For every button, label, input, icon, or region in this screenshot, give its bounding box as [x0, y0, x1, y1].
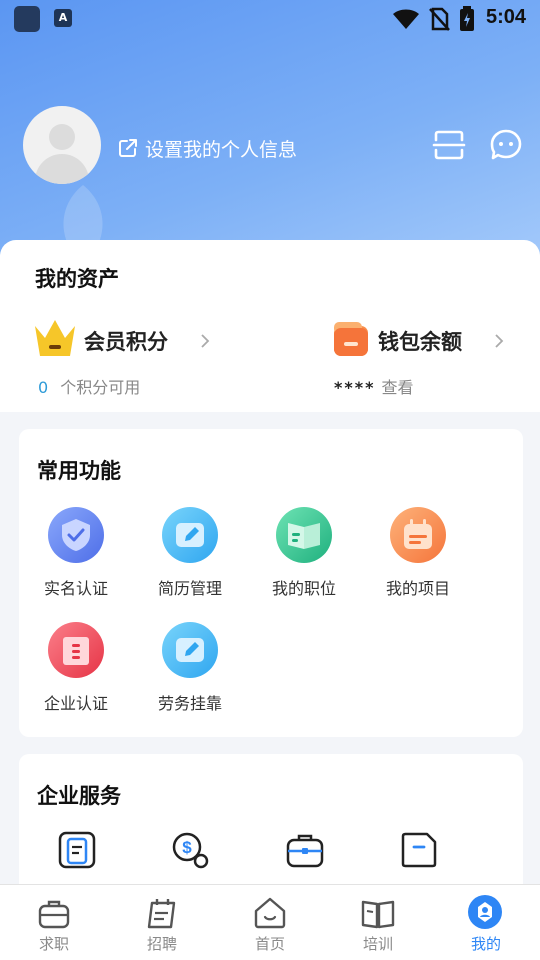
tab-job-seeking[interactable]: 求职 [0, 885, 108, 960]
svg-text:$: $ [182, 838, 192, 857]
no-sim-icon [429, 7, 450, 31]
tab-home[interactable]: 首页 [216, 885, 324, 960]
my-projects-button[interactable]: 我的项目 [368, 507, 468, 599]
resume-manage-label: 简历管理 [157, 579, 222, 598]
wallet-balance-label[interactable]: 钱包余额 [378, 326, 462, 356]
tab-me[interactable]: 我的 [432, 885, 540, 960]
real-name-verify-label: 实名认证 [43, 579, 108, 598]
resume-edit-icon [162, 507, 218, 563]
app-notification-icon [14, 6, 40, 32]
tab-label: 首页 [254, 935, 285, 953]
me-icon [468, 895, 502, 929]
wifi-icon [393, 9, 419, 29]
battery-charging-icon [460, 6, 474, 31]
masked-balance: **** [334, 378, 376, 397]
my-positions-button[interactable]: 我的职位 [254, 507, 354, 599]
my-positions-label: 我的职位 [271, 579, 336, 598]
crown-icon [35, 320, 75, 356]
company-verify-label: 企业认证 [43, 694, 108, 713]
recruit-calendar-icon [147, 899, 176, 929]
document-icon[interactable] [57, 830, 97, 870]
enterprise-services-card: 企业服务 $ [19, 754, 523, 894]
tab-label: 我的 [470, 935, 501, 953]
company-verify-button[interactable]: 企业认证 [26, 622, 126, 714]
resume-manage-button[interactable]: 简历管理 [140, 507, 240, 599]
tab-training[interactable]: 培训 [324, 885, 432, 960]
company-building-icon [48, 622, 104, 678]
keyboard-notification-icon: A [54, 9, 72, 27]
verified-shield-icon [48, 507, 104, 563]
wallet-icon [334, 322, 368, 356]
avatar-body-shape [35, 154, 89, 184]
points-caption: 个积分可用 [60, 378, 141, 397]
home-icon [254, 897, 286, 929]
labor-edit-icon [162, 622, 218, 678]
view-balance-link: 查看 [381, 378, 414, 397]
chevron-right-icon[interactable] [200, 333, 210, 349]
tab-label: 招聘 [146, 935, 177, 953]
chevron-right-icon[interactable] [494, 333, 504, 349]
project-calendar-icon [390, 507, 446, 563]
tab-recruit[interactable]: 招聘 [108, 885, 216, 960]
member-points-label[interactable]: 会员积分 [84, 326, 168, 356]
tab-label: 求职 [38, 935, 69, 953]
my-projects-label: 我的项目 [385, 579, 450, 598]
avatar-head-shape [49, 124, 75, 150]
avatar[interactable] [23, 106, 101, 184]
common-functions-title: 常用功能 [37, 459, 121, 483]
common-functions-card: 常用功能 实名认证 简历管理 我的职位 我的项目 企业认证 劳务挂靠 [19, 429, 523, 737]
points-available: 0 个积分可用 [38, 374, 140, 398]
points-value: 0 [38, 378, 49, 397]
position-book-icon [276, 507, 332, 563]
folder-icon[interactable] [399, 830, 439, 870]
external-link-icon [119, 139, 137, 157]
labor-affiliation-label: 劳务挂靠 [157, 694, 222, 713]
edit-profile-link[interactable]: 设置我的个人信息 [118, 134, 297, 162]
assets-title: 我的资产 [35, 267, 119, 291]
message-icon[interactable] [489, 128, 523, 162]
scan-icon[interactable] [432, 128, 466, 162]
status-bar: A 5:04 [0, 0, 540, 38]
training-book-icon [361, 900, 395, 929]
labor-affiliation-button[interactable]: 劳务挂靠 [140, 622, 240, 714]
my-assets-panel: 我的资产 会员积分 0 个积分可用 钱包余额 **** 查看 [0, 240, 540, 412]
tab-label: 培训 [362, 935, 393, 953]
real-name-verify-button[interactable]: 实名认证 [26, 507, 126, 599]
clock: 5:04 [486, 6, 527, 28]
job-bag-icon [38, 900, 70, 929]
edit-profile-label: 设置我的个人信息 [145, 138, 298, 161]
enterprise-services-title: 企业服务 [37, 784, 121, 808]
bottom-tab-bar: 求职 招聘 首页 培训 我的 [0, 884, 540, 960]
briefcase-icon[interactable] [285, 830, 325, 870]
money-icon[interactable]: $ [171, 830, 211, 870]
wallet-masked-balance[interactable]: **** 查看 [334, 374, 413, 398]
